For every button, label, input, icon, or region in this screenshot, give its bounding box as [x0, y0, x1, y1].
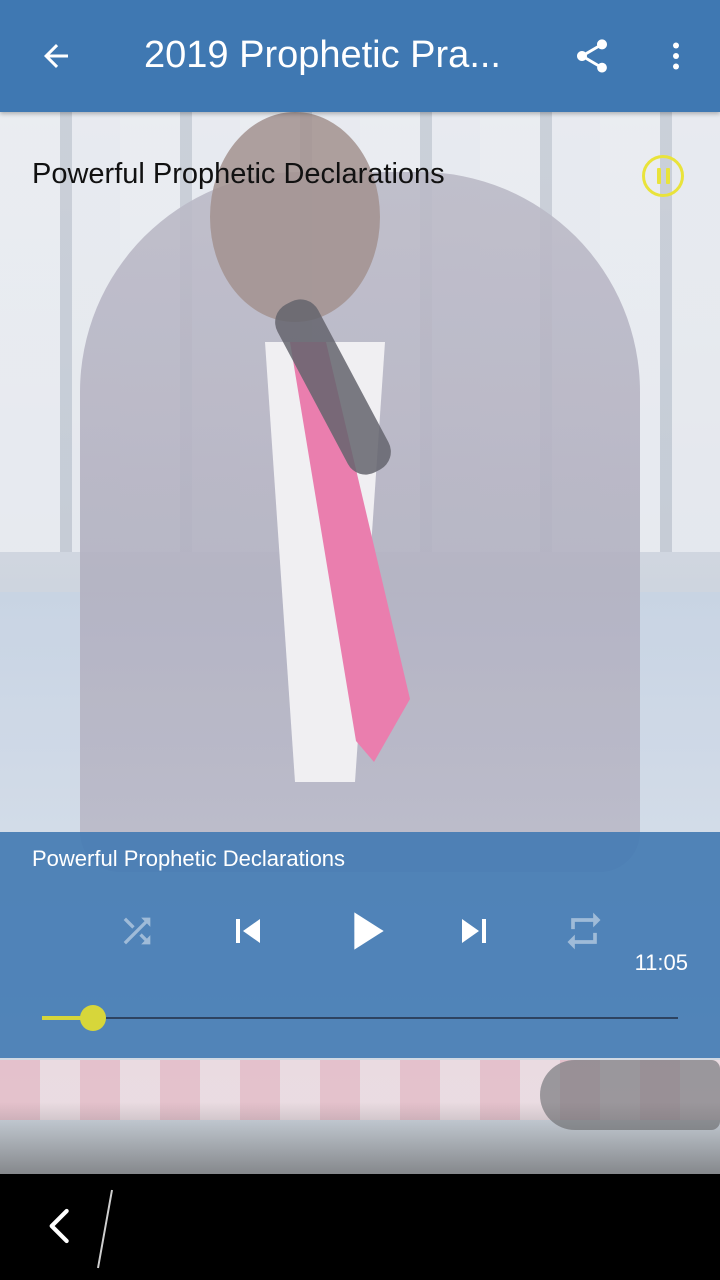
track-duration: 11:05	[634, 950, 688, 975]
arrow-left-icon	[44, 44, 68, 68]
previous-button[interactable]	[218, 904, 278, 958]
nav-divider	[97, 1189, 113, 1269]
skip-previous-icon	[236, 919, 260, 943]
nav-back-icon	[49, 1208, 69, 1244]
pause-circle-icon[interactable]	[642, 155, 684, 197]
seek-thumb[interactable]	[79, 1005, 106, 1031]
share-icon	[577, 39, 607, 73]
seek-bar[interactable]	[42, 1005, 678, 1031]
repeat-button[interactable]	[556, 904, 612, 958]
now-playing-title: Powerful Prophetic Declarations	[32, 158, 445, 190]
nav-back-button[interactable]	[30, 1196, 90, 1256]
back-button[interactable]	[26, 26, 86, 86]
more-options-button[interactable]	[646, 26, 706, 86]
app-bar: 2019 Prophetic Pra...	[0, 0, 720, 112]
skip-next-icon	[462, 919, 486, 943]
system-nav-bar	[0, 1174, 720, 1280]
player-panel: Powerful Prophetic Declarations 11:05	[0, 832, 720, 1058]
photo-fade	[0, 1102, 720, 1174]
share-button[interactable]	[562, 26, 622, 86]
repeat-icon	[567, 912, 601, 950]
shuffle-icon	[123, 917, 151, 945]
play-button[interactable]	[330, 896, 400, 966]
play-icon	[354, 912, 384, 950]
next-button[interactable]	[444, 904, 504, 958]
page-title: 2019 Prophetic Pra...	[144, 34, 501, 76]
track-title: Powerful Prophetic Declarations	[32, 846, 346, 871]
shuffle-button[interactable]	[110, 904, 164, 958]
more-vert-icon	[673, 42, 679, 70]
